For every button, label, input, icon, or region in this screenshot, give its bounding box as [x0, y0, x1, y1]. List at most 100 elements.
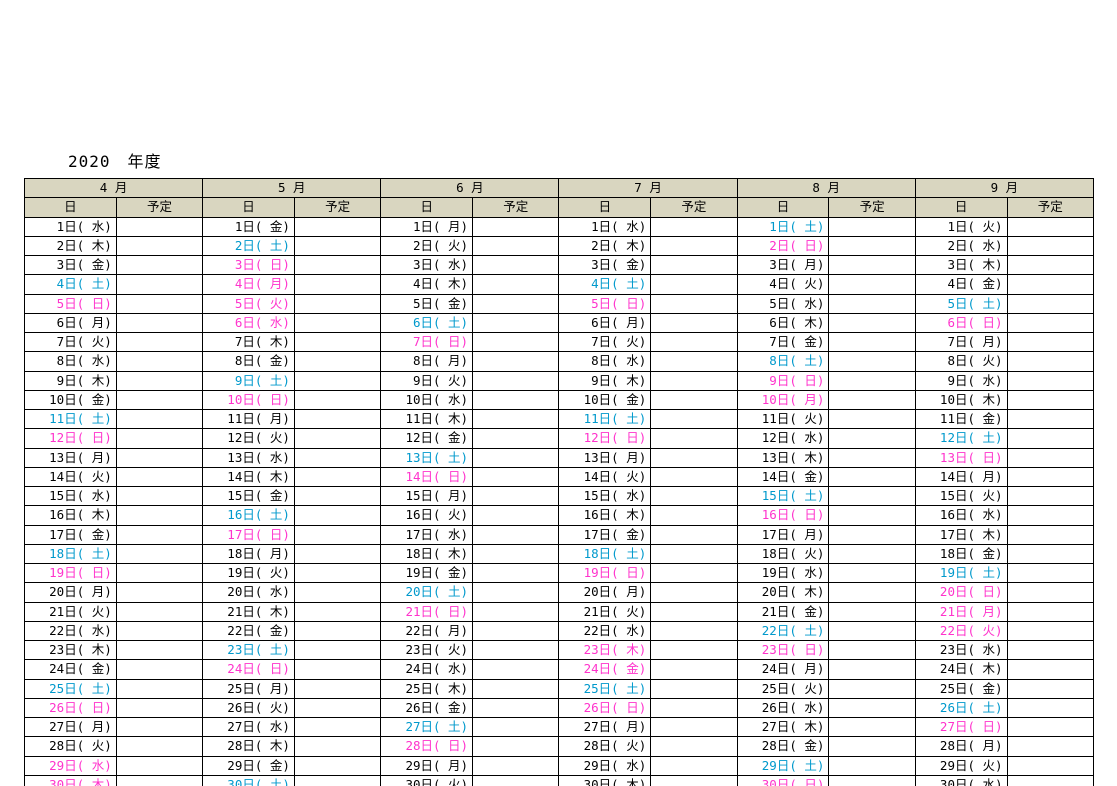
plan-cell [1007, 583, 1093, 602]
plan-cell [473, 236, 559, 255]
plan-cell [294, 621, 380, 640]
day-cell: 17日( 水) [381, 525, 473, 544]
day-cell: 22日( 金) [203, 621, 295, 640]
plan-cell [473, 756, 559, 775]
col-plan: 予定 [473, 198, 559, 217]
plan-cell [473, 718, 559, 737]
col-day: 日 [203, 198, 295, 217]
table-row: 4日( 土)4日( 月)4日( 木)4日( 土)4日( 火)4日( 金) [25, 275, 1094, 294]
plan-cell [473, 660, 559, 679]
plan-cell [651, 679, 737, 698]
plan-cell [116, 775, 202, 786]
plan-cell [116, 756, 202, 775]
plan-cell [1007, 487, 1093, 506]
day-cell: 3日( 木) [915, 256, 1007, 275]
plan-cell [116, 737, 202, 756]
plan-cell [473, 641, 559, 660]
plan-cell [116, 371, 202, 390]
day-cell: 10日( 水) [381, 390, 473, 409]
plan-cell [651, 737, 737, 756]
plan-cell [829, 737, 915, 756]
plan-cell [116, 602, 202, 621]
table-row: 14日( 火)14日( 木)14日( 日)14日( 火)14日( 金)14日( … [25, 467, 1094, 486]
day-cell: 18日( 土) [559, 544, 651, 563]
plan-cell [473, 544, 559, 563]
table-row: 28日( 火)28日( 木)28日( 日)28日( 火)28日( 金)28日( … [25, 737, 1094, 756]
day-cell: 16日( 木) [559, 506, 651, 525]
plan-cell [1007, 294, 1093, 313]
page-title: 2020 年度 [68, 148, 162, 172]
day-cell: 16日( 火) [381, 506, 473, 525]
day-cell: 10日( 日) [203, 390, 295, 409]
day-cell: 8日( 土) [737, 352, 829, 371]
col-plan: 予定 [294, 198, 380, 217]
day-cell: 29日( 水) [559, 756, 651, 775]
day-cell: 17日( 木) [915, 525, 1007, 544]
plan-cell [651, 621, 737, 640]
plan-cell [651, 371, 737, 390]
plan-cell [473, 313, 559, 332]
day-cell: 5日( 日) [25, 294, 117, 313]
day-cell: 12日( 火) [203, 429, 295, 448]
table-row: 15日( 水)15日( 金)15日( 月)15日( 水)15日( 土)15日( … [25, 487, 1094, 506]
plan-cell [829, 294, 915, 313]
day-cell: 9日( 木) [25, 371, 117, 390]
day-cell: 24日( 水) [381, 660, 473, 679]
plan-cell [829, 390, 915, 409]
day-cell: 2日( 土) [203, 236, 295, 255]
plan-cell [473, 487, 559, 506]
day-cell: 9日( 日) [737, 371, 829, 390]
table-row: 23日( 木)23日( 土)23日( 火)23日( 木)23日( 日)23日( … [25, 641, 1094, 660]
day-cell: 1日( 水) [559, 217, 651, 236]
table-row: 11日( 土)11日( 月)11日( 木)11日( 土)11日( 火)11日( … [25, 410, 1094, 429]
day-cell: 13日( 月) [25, 448, 117, 467]
plan-cell [1007, 448, 1093, 467]
day-cell: 22日( 月) [381, 621, 473, 640]
plan-cell [1007, 410, 1093, 429]
day-cell: 13日( 水) [203, 448, 295, 467]
day-cell: 11日( 土) [559, 410, 651, 429]
plan-cell [116, 621, 202, 640]
plan-cell [829, 236, 915, 255]
plan-cell [294, 448, 380, 467]
day-cell: 28日( 日) [381, 737, 473, 756]
plan-cell [116, 236, 202, 255]
day-cell: 2日( 火) [381, 236, 473, 255]
day-cell: 21日( 火) [25, 602, 117, 621]
plan-cell [1007, 564, 1093, 583]
plan-cell [473, 217, 559, 236]
plan-cell [116, 467, 202, 486]
day-cell: 24日( 月) [737, 660, 829, 679]
day-cell: 9日( 火) [381, 371, 473, 390]
col-day: 日 [737, 198, 829, 217]
day-cell: 4日( 金) [915, 275, 1007, 294]
day-cell: 2日( 木) [25, 236, 117, 255]
plan-cell [1007, 660, 1093, 679]
day-cell: 1日( 金) [203, 217, 295, 236]
day-cell: 15日( 火) [915, 487, 1007, 506]
plan-cell [473, 737, 559, 756]
day-cell: 18日( 月) [203, 544, 295, 563]
day-cell: 10日( 金) [559, 390, 651, 409]
plan-cell [294, 775, 380, 786]
month-header: 5 月 [203, 179, 381, 198]
day-cell: 30日( 木) [559, 775, 651, 786]
day-cell: 27日( 土) [381, 718, 473, 737]
day-cell: 8日( 月) [381, 352, 473, 371]
day-cell: 17日( 金) [25, 525, 117, 544]
plan-cell [651, 410, 737, 429]
table-row: 26日( 日)26日( 火)26日( 金)26日( 日)26日( 水)26日( … [25, 698, 1094, 717]
plan-cell [1007, 429, 1093, 448]
table-row: 13日( 月)13日( 水)13日( 土)13日( 月)13日( 木)13日( … [25, 448, 1094, 467]
plan-cell [116, 718, 202, 737]
plan-cell [294, 236, 380, 255]
day-cell: 3日( 金) [559, 256, 651, 275]
plan-cell [294, 544, 380, 563]
plan-cell [473, 275, 559, 294]
plan-cell [1007, 371, 1093, 390]
plan-cell [1007, 621, 1093, 640]
day-cell: 11日( 月) [203, 410, 295, 429]
plan-cell [829, 679, 915, 698]
day-cell: 12日( 土) [915, 429, 1007, 448]
plan-cell [473, 698, 559, 717]
